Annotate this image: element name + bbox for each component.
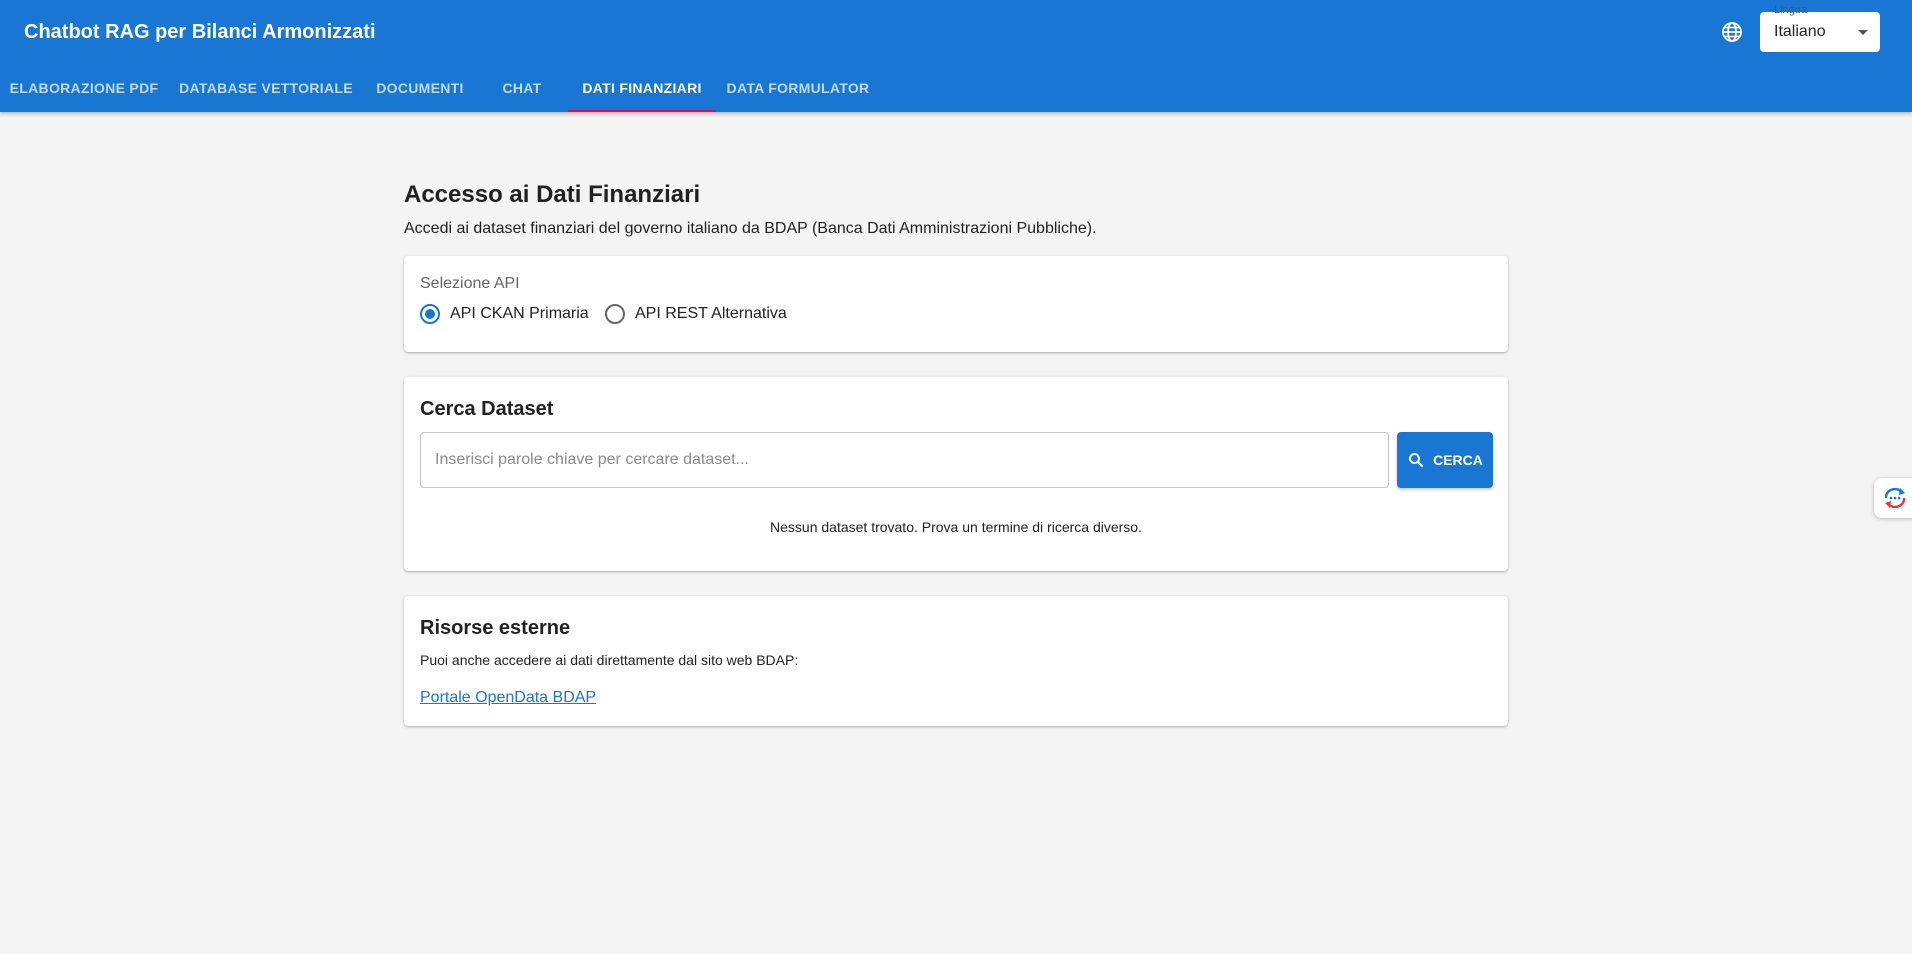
floating-assistant-button[interactable] bbox=[1874, 478, 1912, 518]
tab-database-vettoriale[interactable]: DATABASE VETTORIALE bbox=[168, 64, 364, 112]
external-resources-card: Risorse esterne Puoi anche accedere ai d… bbox=[404, 596, 1508, 726]
caret-down-icon bbox=[1858, 30, 1868, 35]
tab-chat[interactable]: CHAT bbox=[476, 64, 568, 112]
globe-icon bbox=[1720, 20, 1744, 44]
language-select-value: Italiano bbox=[1774, 23, 1826, 40]
language-select[interactable]: Lingua Italiano bbox=[1760, 4, 1880, 52]
radio-label-ckan: API CKAN Primaria bbox=[450, 305, 589, 322]
chat-refresh-icon bbox=[1884, 487, 1906, 509]
radio-option-ckan[interactable]: API CKAN Primaria bbox=[420, 302, 589, 326]
api-selection-label: Selezione API bbox=[420, 275, 520, 292]
tab-dati-finanziari[interactable]: DATI FINANZIARI bbox=[568, 64, 716, 112]
api-selection-card: Selezione API API CKAN Primaria API REST… bbox=[404, 256, 1508, 352]
tab-documenti[interactable]: DOCUMENTI bbox=[364, 64, 476, 112]
page-subtitle: Accedi ai dataset finanziari del governo… bbox=[404, 220, 1097, 237]
search-button-label: CERCA bbox=[1433, 452, 1483, 468]
external-heading: Risorse esterne bbox=[420, 617, 571, 639]
search-icon bbox=[1409, 453, 1424, 468]
external-description: Puoi anche accedere ai dati direttamente… bbox=[420, 652, 799, 668]
radio-option-rest[interactable]: API REST Alternativa bbox=[605, 302, 787, 326]
search-heading: Cerca Dataset bbox=[420, 398, 554, 420]
radio-checked-icon[interactable] bbox=[420, 304, 440, 324]
search-input[interactable] bbox=[420, 432, 1389, 488]
page-title: Accesso ai Dati Finanziari bbox=[404, 181, 701, 208]
opendata-bdap-link[interactable]: Portale OpenData BDAP bbox=[420, 688, 596, 708]
tab-elaborazione-pdf[interactable]: ELABORAZIONE PDF bbox=[0, 64, 168, 112]
radio-unchecked-icon[interactable] bbox=[605, 304, 625, 324]
search-button[interactable]: CERCA bbox=[1397, 432, 1493, 488]
language-select-label: Lingua bbox=[1774, 4, 1808, 16]
app-bar: Chatbot RAG per Bilanci Armonizzati Ling… bbox=[0, 0, 1912, 112]
search-dataset-card: Cerca Dataset CERCA Nessun dataset trova… bbox=[404, 377, 1508, 571]
empty-results-message: Nessun dataset trovato. Prova un termine… bbox=[770, 519, 1142, 535]
tab-bar: ELABORAZIONE PDF DATABASE VETTORIALE DOC… bbox=[0, 64, 900, 112]
tab-data-formulator[interactable]: DATA FORMULATOR bbox=[716, 64, 880, 112]
app-title: Chatbot RAG per Bilanci Armonizzati bbox=[24, 21, 376, 43]
active-tab-indicator bbox=[568, 110, 716, 112]
radio-label-rest: API REST Alternativa bbox=[635, 305, 787, 322]
